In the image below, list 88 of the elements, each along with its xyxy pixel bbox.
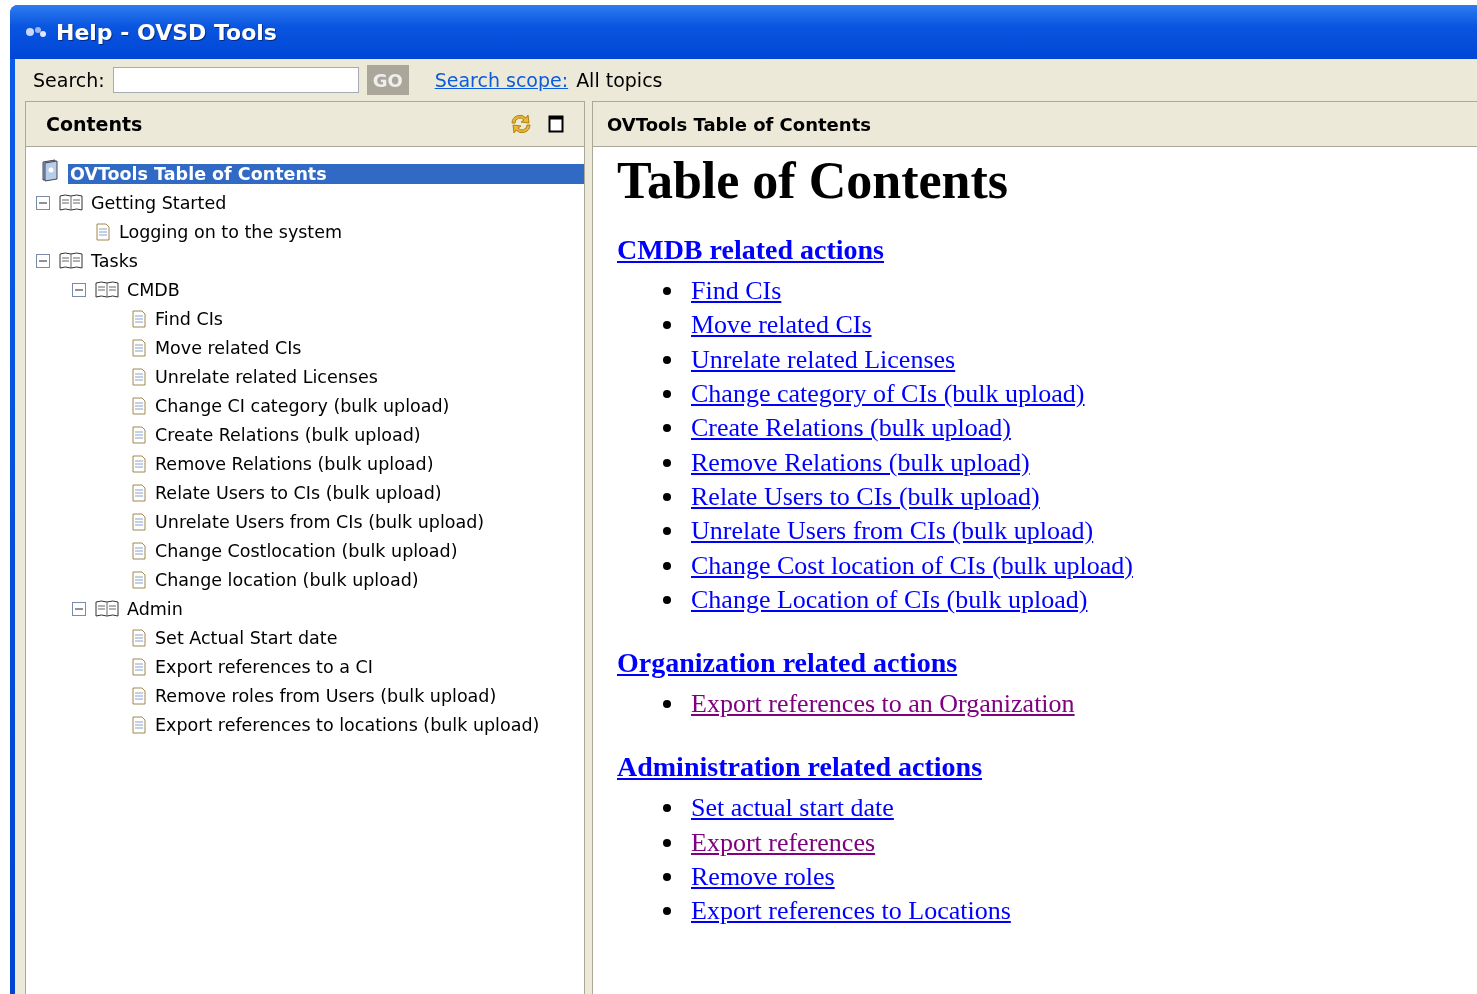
tree-item[interactable]: Change CI category (bulk upload): [153, 395, 452, 416]
collapse-icon[interactable]: [72, 601, 86, 616]
tree-item[interactable]: Remove Relations (bulk upload): [153, 453, 436, 474]
topic-link[interactable]: Create Relations (bulk upload): [691, 413, 1011, 444]
maximize-icon[interactable]: [548, 115, 564, 133]
topic-link[interactable]: Unrelate related Licenses: [691, 344, 956, 375]
page-icon: [131, 483, 147, 502]
topic-link[interactable]: Unrelate Users from CIs (bulk upload): [691, 516, 1094, 547]
bullet-dot: [663, 595, 671, 604]
bullet-dot: [663, 458, 671, 467]
tree-item[interactable]: Change location (bulk upload): [153, 569, 421, 590]
section-link[interactable]: Administration related actions: [617, 751, 983, 783]
bullet-dot: [663, 873, 671, 881]
tree-item[interactable]: Change Costlocation (bulk upload): [153, 540, 460, 561]
page-icon: [131, 454, 147, 473]
collapse-icon[interactable]: [36, 253, 50, 268]
collapse-icon[interactable]: [72, 282, 86, 297]
tree-item[interactable]: Tasks: [89, 250, 140, 271]
search-field[interactable]: [112, 67, 359, 93]
topic-link[interactable]: Set actual start date: [691, 793, 894, 824]
page-icon: [131, 338, 147, 357]
page-icon: [131, 686, 147, 705]
page-icon: [95, 222, 111, 241]
bullet-dot: [663, 804, 671, 813]
page-icon: [131, 512, 147, 531]
sync-icon[interactable]: [508, 111, 534, 137]
search-scope-link[interactable]: Search scope:: [434, 69, 569, 91]
section-link[interactable]: Organization related actions: [617, 646, 958, 678]
topic-link[interactable]: Remove Relations (bulk upload): [691, 447, 1030, 478]
tree-item[interactable]: Move related CIs: [153, 337, 304, 358]
bullet-dot: [663, 355, 671, 364]
book-icon: [95, 598, 119, 619]
bullet-dot: [663, 492, 671, 501]
search-label: Search:: [33, 69, 105, 91]
tree-item[interactable]: Admin: [125, 598, 185, 619]
section-link[interactable]: CMDB related actions: [617, 234, 884, 265]
bullet-dot: [663, 561, 671, 570]
topic-link[interactable]: Change category of CIs (bulk upload): [691, 379, 1085, 410]
tree-item[interactable]: Logging on to the system: [117, 221, 345, 242]
page-icon: [131, 367, 147, 386]
topic-link[interactable]: Export references: [691, 827, 876, 858]
bullet-dot: [663, 527, 671, 536]
bullet-dot: [663, 424, 671, 433]
tree-item[interactable]: Create Relations (bulk upload): [153, 424, 423, 445]
topic-link[interactable]: Export references to Locations: [691, 896, 1011, 927]
window-title: Help - OVSD Tools: [56, 19, 277, 45]
tree-item[interactable]: Remove roles from Users (bulk upload): [153, 685, 499, 706]
page-icon: [131, 657, 147, 676]
page-icon: [131, 628, 147, 647]
tree-item[interactable]: OVTools Table of Contents: [68, 163, 584, 184]
bullet-dot: [663, 390, 671, 399]
page-icon: [131, 309, 147, 328]
bullet-dot: [663, 838, 671, 847]
collapse-icon[interactable]: [36, 195, 50, 210]
page-icon: [131, 541, 147, 560]
topic-link[interactable]: Change Cost location of CIs (bulk upload): [691, 550, 1133, 581]
book-icon: [59, 192, 83, 213]
bullet-dot: [663, 321, 671, 330]
tree-item[interactable]: Find CIs: [153, 308, 225, 329]
page-icon: [131, 425, 147, 444]
topic-link[interactable]: Remove roles: [691, 862, 835, 892]
tree-item[interactable]: Set Actual Start date: [153, 627, 340, 648]
page-heading: Table of Contents: [617, 151, 1009, 210]
tree-item[interactable]: Unrelate Users from CIs (bulk upload): [153, 511, 487, 532]
topic-link[interactable]: Move related CIs: [691, 310, 872, 341]
bullet-dot: [663, 287, 671, 296]
tree-item[interactable]: Export references to a CI: [153, 656, 375, 677]
app-icon: [24, 25, 48, 39]
book-icon: [59, 250, 83, 271]
tree-item[interactable]: Unrelate related Licenses: [153, 366, 380, 387]
bullet-dot: [663, 907, 671, 916]
search-scope-value: All topics: [576, 69, 663, 91]
topic-link[interactable]: Relate Users to CIs (bulk upload): [691, 481, 1040, 512]
topic-link[interactable]: Change Location of CIs (bulk upload): [691, 584, 1088, 615]
pane-title: OVTools Table of Contents: [607, 113, 871, 135]
page-icon: [131, 396, 147, 415]
tree-item[interactable]: Export references to locations (bulk upload): [153, 714, 542, 735]
topic-link[interactable]: Find CIs: [691, 276, 782, 307]
pane-title: Contents: [46, 113, 143, 135]
page-icon: [131, 715, 147, 734]
book-icon: [95, 279, 119, 300]
bullet-dot: [663, 700, 671, 709]
topic-link[interactable]: Export references to an Organization: [691, 689, 1075, 720]
tree-item[interactable]: CMDB: [125, 279, 182, 300]
tree-item[interactable]: Relate Users to CIs (bulk upload): [153, 482, 444, 503]
tree-item[interactable]: Getting Started: [89, 192, 229, 213]
page-icon: [131, 570, 147, 589]
book-icon: [40, 158, 60, 183]
